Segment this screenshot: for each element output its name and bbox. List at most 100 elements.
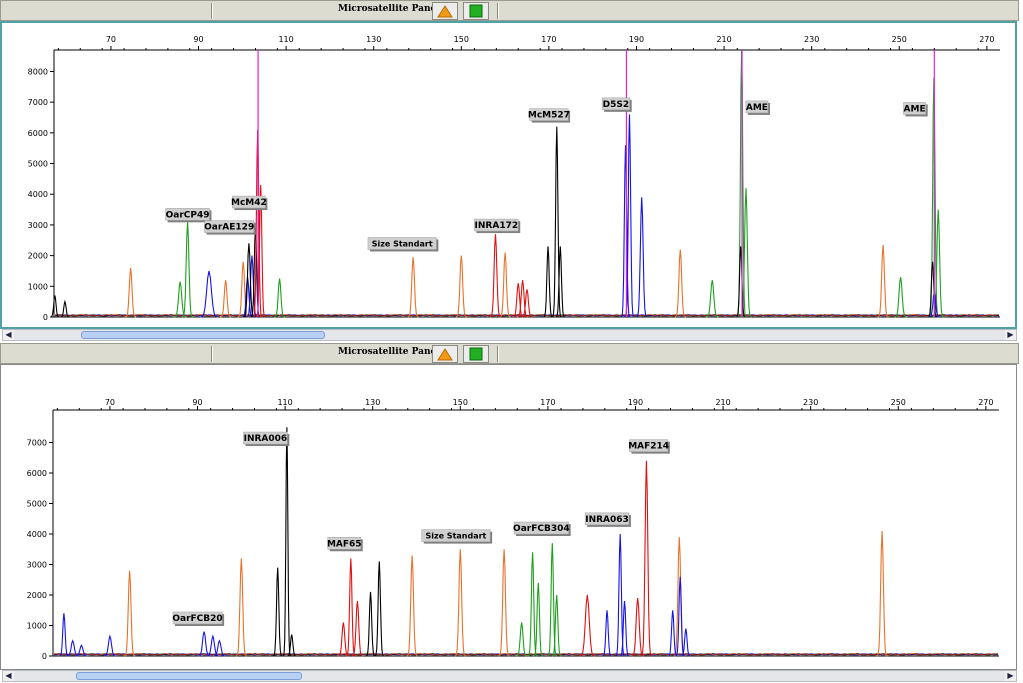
peak-green: [547, 543, 558, 657]
peak-black: [365, 591, 376, 657]
y-tick-label: 1000: [27, 622, 47, 631]
allele-label[interactable]: Size Standart: [367, 237, 439, 252]
allele-label-text: Size Standart: [372, 239, 433, 248]
peak-red: [631, 598, 644, 657]
peak-black: [543, 246, 553, 318]
y-tick-label: 5000: [27, 500, 47, 509]
allele-label[interactable]: OarAE129: [204, 220, 256, 235]
peak-black: [272, 567, 283, 657]
green-square-icon: [469, 4, 483, 18]
allele-label[interactable]: D5S2: [601, 97, 632, 112]
peak-orange: [674, 249, 686, 318]
x-tick-label: 270: [978, 398, 993, 407]
scroll-left-icon[interactable]: ◀: [3, 330, 14, 340]
x-tick-label: 210: [715, 398, 730, 407]
x-tick-label: 250: [891, 398, 906, 407]
y-tick-label: 2000: [28, 252, 48, 261]
panel-b-toolbar: Microsatellite Panel B: [0, 0, 1019, 21]
panel-b-warning-button[interactable]: [432, 2, 458, 20]
peak-green: [182, 221, 194, 318]
warning-triangle-icon: [437, 348, 453, 361]
x-tick-label: 110: [278, 35, 293, 44]
peak-black: [50, 295, 60, 318]
x-tick-label: 150: [453, 398, 468, 407]
panel-b-status-button[interactable]: [463, 2, 489, 20]
allele-label[interactable]: OarFCB304: [513, 521, 571, 536]
peak-red: [640, 460, 653, 657]
y-tick-label: 0: [42, 652, 47, 661]
y-tick-label: 6000: [27, 469, 47, 478]
warning-triangle-icon: [437, 5, 453, 18]
peak-orange: [498, 549, 510, 657]
allele-label[interactable]: Size Standart: [421, 529, 493, 544]
peak-orange: [124, 570, 136, 657]
allele-label[interactable]: McM42: [231, 195, 268, 211]
allele-label-text: INRA172: [475, 221, 519, 231]
scroll-right-icon[interactable]: ▶: [1005, 671, 1016, 681]
x-tick-label: 270: [979, 35, 994, 44]
x-tick-label: 190: [628, 398, 643, 407]
x-tick-label: 150: [454, 35, 469, 44]
allele-label-text: INRA063: [585, 515, 629, 525]
scroll-right-icon[interactable]: ▶: [1005, 330, 1016, 340]
x-tick-label: 90: [193, 35, 203, 44]
peak-black: [287, 634, 297, 657]
peak-orange: [454, 549, 466, 657]
y-tick-label: 1000: [28, 282, 48, 291]
panel-a-horizontal-scrollbar[interactable]: ◀ ▶: [2, 670, 1017, 682]
panel-a-electropherogram: 70 90 110 130 150 170 190 210 230 250 270 0 1000 2000…: [27, 398, 999, 661]
allele-label-text: INRA006: [244, 434, 288, 444]
x-tick-label: 90: [192, 398, 202, 407]
peak-blue: [615, 533, 625, 657]
allele-label[interactable]: MAF214: [628, 439, 670, 454]
x-tick-label: 70: [106, 35, 116, 44]
allele-label[interactable]: AME: [903, 102, 928, 117]
allele-label-text: McM527: [528, 111, 570, 121]
x-tick-label: 250: [892, 35, 907, 44]
green-square-icon: [469, 347, 483, 361]
x-tick-label: 230: [804, 35, 819, 44]
panel-b-scroll-thumb[interactable]: [81, 331, 325, 339]
allele-label[interactable]: OarCP49: [165, 208, 212, 223]
allele-label-text: OarAE129: [204, 223, 254, 233]
y-tick-label: 3000: [28, 221, 48, 230]
allele-label-text: OarFCB20: [172, 614, 222, 624]
x-tick-label: 210: [716, 35, 731, 44]
panel-a-status-button[interactable]: [463, 345, 489, 363]
panel-a-plot-area: 70 90 110 130 150 170 190 210 230 250 270 0 1000 2000…: [0, 364, 1017, 670]
allele-label[interactable]: INRA063: [584, 512, 631, 527]
allele-label[interactable]: INRA172: [474, 218, 521, 234]
allele-label-text: AME: [746, 103, 768, 113]
y-tick-label: 4000: [28, 190, 48, 199]
x-tick-label: 170: [540, 398, 555, 407]
panel-a-warning-button[interactable]: [432, 345, 458, 363]
peak-red: [337, 622, 349, 657]
allele-label-text: OarFCB304: [513, 524, 570, 534]
peak-black: [555, 246, 566, 318]
x-tick-label: 190: [629, 35, 644, 44]
x-tick-label: 130: [365, 398, 380, 407]
x-tick-label: 230: [803, 398, 818, 407]
scroll-left-icon[interactable]: ◀: [3, 671, 14, 681]
allele-label[interactable]: AME: [745, 100, 771, 115]
panel-a-scroll-thumb[interactable]: [76, 672, 302, 680]
allele-label-text: McM42: [231, 198, 267, 208]
x-tick-label: 130: [366, 35, 381, 44]
allele-label[interactable]: McM527: [528, 108, 571, 123]
peak-orange: [876, 530, 888, 657]
peak-blue: [602, 610, 612, 657]
peak-orange: [407, 257, 419, 318]
panel-b: Microsatellite Panel B 70 90 110 130 150 170 1…: [0, 0, 1023, 343]
allele-label[interactable]: OarFCB20: [172, 611, 225, 626]
peak-orange: [499, 252, 511, 318]
y-tick-label: 7000: [27, 439, 47, 448]
allele-label-text: MAF65: [327, 539, 362, 549]
x-tick-label: 70: [105, 398, 115, 407]
peak-orange: [455, 255, 467, 318]
peak-blue: [199, 270, 219, 318]
allele-label[interactable]: MAF65: [327, 537, 363, 552]
allele-label[interactable]: INRA006: [243, 431, 290, 447]
panel-a-toolbar: Microsatellite Panel A: [0, 343, 1019, 364]
x-tick-label: 110: [277, 398, 292, 407]
panel-b-horizontal-scrollbar[interactable]: ◀ ▶: [2, 329, 1017, 341]
